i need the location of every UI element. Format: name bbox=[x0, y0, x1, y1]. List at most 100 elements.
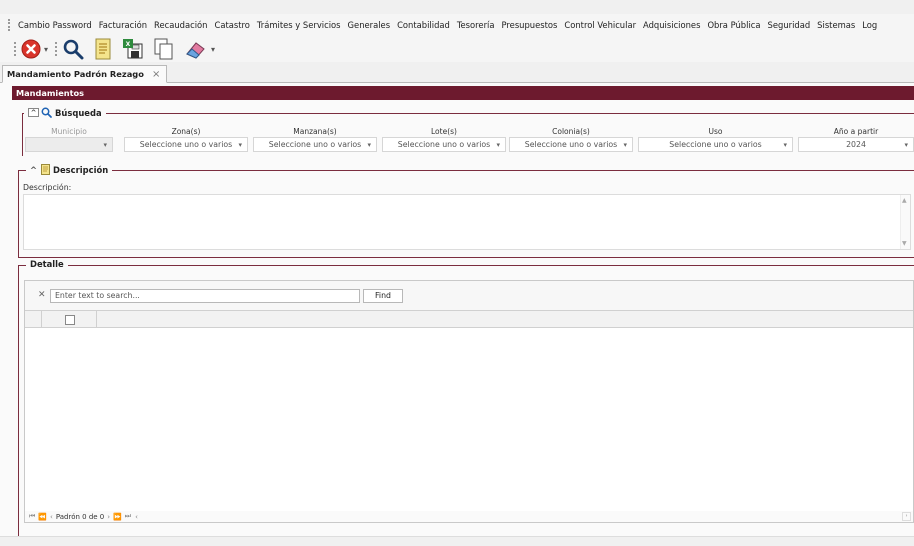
busqueda-collapse-button[interactable]: ^ bbox=[28, 108, 39, 117]
municipio-label: Municipio bbox=[51, 127, 87, 136]
menu-obra-publica[interactable]: Obra Pública bbox=[707, 20, 760, 30]
toolbar-grip[interactable] bbox=[14, 42, 17, 56]
chevron-down-icon: ▾ bbox=[623, 140, 627, 149]
zona-label: Zona(s) bbox=[171, 127, 201, 136]
magnifier-icon bbox=[41, 107, 52, 118]
descripcion-textarea[interactable]: ▲ ▼ bbox=[23, 194, 911, 250]
svg-text:X: X bbox=[126, 41, 131, 48]
search-icon[interactable] bbox=[62, 38, 84, 60]
copy-pages-icon[interactable] bbox=[154, 38, 174, 60]
manzana-select[interactable]: Seleccione uno o varios ▾ bbox=[253, 137, 377, 152]
detalle-grid: ✕ Enter text to search... Find bbox=[24, 280, 914, 518]
menu-seguridad[interactable]: Seguridad bbox=[768, 20, 811, 30]
first-page-icon[interactable]: ⏮ bbox=[29, 512, 35, 521]
eraser-icon[interactable] bbox=[184, 38, 208, 60]
menu-log[interactable]: Log bbox=[862, 20, 877, 30]
tab-label: Mandamiento Padrón Rezago bbox=[7, 69, 144, 79]
descripcion-legend: ^ Descripción bbox=[26, 164, 113, 175]
row-indicator-header bbox=[25, 311, 42, 328]
toolbar-separator bbox=[55, 42, 58, 56]
chevron-down-icon: ▾ bbox=[103, 140, 107, 149]
last-page-icon[interactable]: ⏭ bbox=[125, 512, 131, 521]
grid-search-input[interactable]: Enter text to search... bbox=[50, 289, 360, 303]
section-header: Mandamientos bbox=[12, 86, 914, 100]
menu-facturacion[interactable]: Facturación bbox=[99, 20, 147, 30]
chevron-down-icon: ▾ bbox=[904, 140, 908, 149]
uso-label: Uso bbox=[708, 127, 723, 136]
tab-close-icon[interactable]: × bbox=[152, 69, 160, 80]
busqueda-title: Búsqueda bbox=[55, 107, 102, 118]
menu-contabilidad[interactable]: Contabilidad bbox=[397, 20, 450, 30]
close-red-icon[interactable] bbox=[21, 38, 41, 60]
save-excel-icon[interactable]: X bbox=[122, 38, 144, 60]
detalle-legend: Detalle bbox=[26, 259, 68, 269]
menu-recaudacion[interactable]: Recaudación bbox=[154, 20, 207, 30]
prev-page-icon[interactable]: ‹ bbox=[50, 513, 53, 521]
descripcion-field-label: Descripción: bbox=[23, 183, 72, 192]
lote-value: Seleccione uno o varios bbox=[397, 140, 491, 149]
main-toolbar: ▾ X ▾ bbox=[0, 36, 914, 62]
busqueda-legend: ^ Búsqueda bbox=[24, 107, 106, 118]
uso-value: Seleccione uno o varios bbox=[669, 140, 762, 149]
menu-tesoreria[interactable]: Tesorería bbox=[457, 20, 495, 30]
scroll-up-icon[interactable]: ▲ bbox=[902, 197, 907, 204]
eraser-dropdown-icon[interactable]: ▾ bbox=[211, 45, 215, 54]
colonia-select[interactable]: Seleccione uno o varios ▾ bbox=[509, 137, 633, 152]
descripcion-scrollbar[interactable]: ▲ ▼ bbox=[900, 195, 910, 249]
next-page-icon[interactable]: › bbox=[107, 513, 110, 521]
lote-label: Lote(s) bbox=[431, 127, 457, 136]
busqueda-group: ^ Búsqueda bbox=[22, 107, 914, 159]
select-column-header bbox=[42, 311, 97, 328]
chevron-up-icon[interactable]: ^ bbox=[30, 165, 37, 175]
anio-select[interactable]: 2024 ▾ bbox=[798, 137, 914, 152]
scroll-down-icon[interactable]: ▼ bbox=[902, 240, 907, 247]
menu-cambio-password[interactable]: Cambio Password bbox=[18, 20, 92, 30]
chevron-down-icon: ▾ bbox=[367, 140, 371, 149]
manzana-label: Manzana(s) bbox=[293, 127, 337, 136]
chevron-down-icon: ▾ bbox=[496, 140, 500, 149]
chevron-down-icon: ▾ bbox=[783, 140, 787, 149]
tab-mandamiento-padron-rezago[interactable]: Mandamiento Padrón Rezago × bbox=[2, 65, 168, 83]
prev-page-fast-icon[interactable]: ⏪ bbox=[38, 513, 47, 521]
grid-column-header bbox=[25, 311, 913, 328]
grid-pager: ⏮ ⏪ ‹ Padrón 0 de 0 › ⏩ ⏭ ‹ › bbox=[24, 511, 914, 523]
anio-value: 2024 bbox=[846, 140, 866, 149]
descripcion-left-border bbox=[18, 170, 19, 258]
pager-status: Padrón 0 de 0 bbox=[55, 512, 105, 521]
grid-search-panel: ✕ Enter text to search... Find bbox=[25, 281, 913, 311]
manzana-value: Seleccione uno o varios bbox=[268, 140, 362, 149]
main-content: Mandamientos ^ Búsqueda Municipio Zona(s… bbox=[0, 83, 914, 546]
chevron-down-icon: ▾ bbox=[238, 140, 242, 149]
menu-tramites-servicios[interactable]: Trámites y Servicios bbox=[257, 20, 341, 30]
notepad-icon[interactable] bbox=[94, 38, 112, 60]
uso-select[interactable]: Seleccione uno o varios ▾ bbox=[638, 137, 793, 152]
colonia-value: Seleccione uno o varios bbox=[524, 140, 618, 149]
scroll-right-icon[interactable]: › bbox=[902, 512, 911, 521]
next-page-fast-icon[interactable]: ⏩ bbox=[113, 513, 122, 521]
clear-search-icon[interactable]: ✕ bbox=[38, 290, 46, 300]
municipio-select: ▾ bbox=[25, 137, 113, 152]
descripcion-title: Descripción bbox=[53, 164, 109, 175]
menubar-grip[interactable] bbox=[8, 19, 12, 31]
menu-adquisiciones[interactable]: Adquisiciones bbox=[643, 20, 700, 30]
busqueda-left-border bbox=[22, 113, 23, 156]
document-tabstrip: Mandamiento Padrón Rezago × bbox=[0, 65, 914, 83]
descripcion-bottom-border bbox=[18, 257, 914, 258]
zona-value: Seleccione uno o varios bbox=[139, 140, 233, 149]
menu-catastro[interactable]: Catastro bbox=[214, 20, 249, 30]
close-dropdown-icon[interactable]: ▾ bbox=[44, 45, 48, 54]
notepad-small-icon bbox=[41, 164, 51, 175]
menu-control-vehicular[interactable]: Control Vehicular bbox=[564, 20, 636, 30]
detalle-title: Detalle bbox=[30, 259, 64, 269]
lote-select[interactable]: Seleccione uno o varios ▾ bbox=[382, 137, 506, 152]
colonia-label: Colonia(s) bbox=[552, 127, 590, 136]
select-all-checkbox[interactable] bbox=[65, 315, 75, 325]
detalle-left-border bbox=[18, 265, 19, 537]
find-button[interactable]: Find bbox=[363, 289, 403, 303]
zona-select[interactable]: Seleccione uno o varios ▾ bbox=[124, 137, 248, 152]
menu-presupuestos[interactable]: Presupuestos bbox=[502, 20, 558, 30]
menu-generales[interactable]: Generales bbox=[348, 20, 391, 30]
scroll-left-icon[interactable]: ‹ bbox=[135, 513, 138, 521]
menu-sistemas[interactable]: Sistemas bbox=[817, 20, 855, 30]
status-bar bbox=[0, 536, 914, 546]
